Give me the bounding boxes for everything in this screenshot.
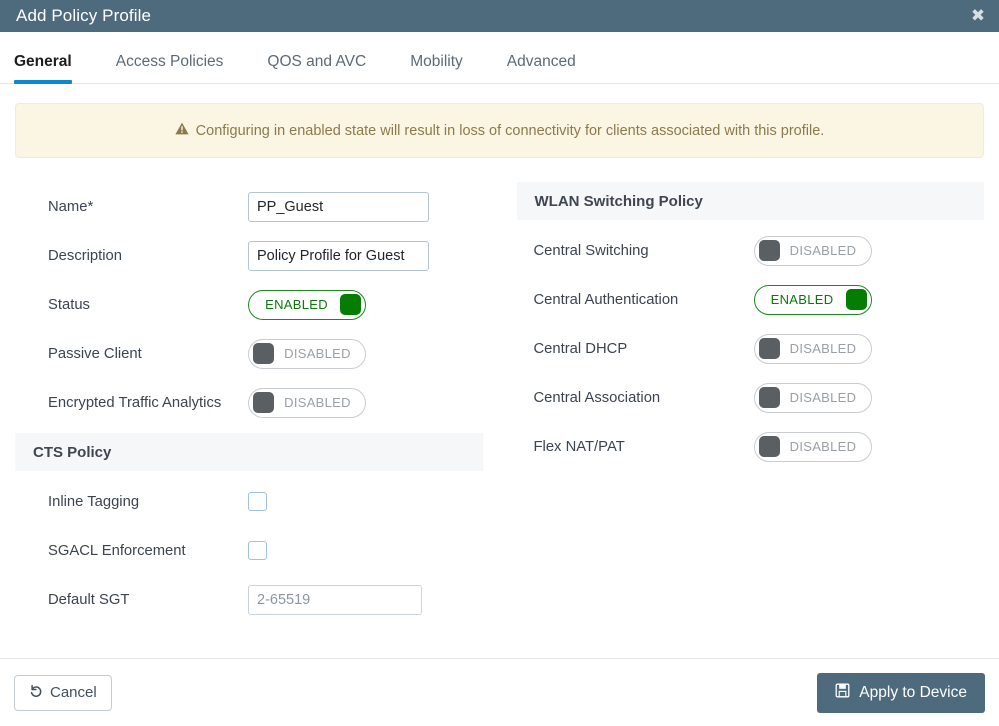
tab-qos-and-avc[interactable]: QOS and AVC — [267, 53, 366, 83]
name-label: Name* — [48, 198, 94, 215]
central-association-toggle-label: DISABLED — [789, 390, 857, 405]
field-row-encrypted-traffic-analytics: Encrypted Traffic Analytics DISABLED — [15, 378, 483, 427]
right-column: WLAN Switching Policy Central Switching … — [500, 182, 985, 624]
page-title: Add Policy Profile — [16, 6, 152, 25]
field-row-central-switching: Central Switching DISABLED — [517, 226, 985, 275]
field-row-status: Status ENABLED — [15, 280, 483, 329]
passive-client-toggle[interactable]: DISABLED — [248, 338, 366, 369]
central-dhcp-label: Central DHCP — [533, 340, 628, 357]
description-label: Description — [48, 247, 123, 264]
central-switching-toggle-label: DISABLED — [789, 243, 857, 258]
field-row-passive-client: Passive Client DISABLED — [15, 329, 483, 378]
passive-client-toggle-label: DISABLED — [284, 346, 351, 361]
left-column: Name* Description Status ENABLED — [15, 182, 500, 624]
passive-client-label: Passive Client — [48, 345, 142, 362]
cancel-button-label: Cancel — [50, 684, 97, 701]
encrypted-traffic-analytics-toggle-label: DISABLED — [284, 395, 351, 410]
field-row-central-dhcp: Central DHCP DISABLED — [517, 324, 985, 373]
name-input[interactable] — [248, 191, 429, 222]
dialog-header: Add Policy Profile ✖ — [0, 0, 999, 32]
tab-bar: General Access Policies QOS and AVC Mobi… — [0, 32, 999, 84]
field-row-sgacl-enforcement: SGACL Enforcement — [15, 526, 483, 575]
apply-to-device-button[interactable]: Apply to Device — [817, 672, 985, 713]
wlan-switching-policy-section-title: WLAN Switching Policy — [516, 182, 984, 220]
undo-arrow-icon — [29, 684, 43, 702]
warning-banner: Configuring in enabled state will result… — [15, 103, 984, 158]
warning-banner-wrap: Configuring in enabled state will result… — [0, 84, 999, 158]
default-sgt-label: Default SGT — [48, 591, 130, 608]
field-row-central-association: Central Association DISABLED — [517, 373, 985, 422]
inline-tagging-checkbox[interactable] — [248, 492, 267, 511]
toggle-knob-icon — [758, 338, 780, 359]
tab-access-policies[interactable]: Access Policies — [116, 53, 224, 83]
apply-to-device-label: Apply to Device — [859, 683, 967, 701]
toggle-knob-icon — [758, 436, 780, 457]
toggle-knob-icon — [253, 392, 274, 413]
warning-triangle-icon — [175, 122, 189, 140]
save-disk-icon — [835, 683, 850, 703]
status-toggle-label: ENABLED — [265, 297, 328, 312]
encrypted-traffic-analytics-label: Encrypted Traffic Analytics — [48, 394, 222, 411]
central-switching-label: Central Switching — [533, 242, 649, 259]
default-sgt-input[interactable] — [248, 584, 422, 615]
close-icon[interactable]: ✖ — [969, 7, 987, 25]
central-switching-toggle[interactable]: DISABLED — [753, 235, 872, 266]
toggle-knob-icon — [845, 289, 867, 310]
inline-tagging-label: Inline Tagging — [48, 493, 140, 510]
central-authentication-label: Central Authentication — [533, 291, 679, 308]
field-row-description: Description — [15, 231, 483, 280]
flex-nat-pat-label: Flex NAT/PAT — [533, 438, 625, 455]
encrypted-traffic-analytics-toggle[interactable]: DISABLED — [248, 387, 366, 418]
toggle-knob-icon — [340, 294, 361, 315]
central-authentication-toggle[interactable]: ENABLED — [753, 284, 872, 315]
field-row-name: Name* — [15, 182, 483, 231]
status-label: Status — [48, 296, 90, 313]
description-input[interactable] — [248, 240, 429, 271]
tab-general[interactable]: General — [14, 53, 72, 84]
dialog-footer: Cancel Apply to Device — [0, 658, 999, 726]
field-row-central-authentication: Central Authentication ENABLED — [517, 275, 985, 324]
status-toggle[interactable]: ENABLED — [248, 289, 366, 320]
central-authentication-toggle-label: ENABLED — [770, 292, 834, 307]
field-row-inline-tagging: Inline Tagging — [15, 477, 483, 526]
field-row-flex-nat-pat: Flex NAT/PAT DISABLED — [517, 422, 985, 471]
central-dhcp-toggle[interactable]: DISABLED — [753, 333, 872, 364]
toggle-knob-icon — [758, 240, 780, 261]
central-association-toggle[interactable]: DISABLED — [753, 382, 872, 413]
field-row-default-sgt: Default SGT — [15, 575, 483, 624]
cts-policy-section-title: CTS Policy — [15, 433, 483, 471]
toggle-knob-icon — [253, 343, 274, 364]
warning-banner-text: Configuring in enabled state will result… — [195, 122, 825, 139]
central-association-label: Central Association — [533, 389, 661, 406]
flex-nat-pat-toggle-label: DISABLED — [789, 439, 857, 454]
dialog-body: Name* Description Status ENABLED — [0, 158, 999, 624]
sgacl-enforcement-checkbox[interactable] — [248, 541, 267, 560]
cancel-button[interactable]: Cancel — [14, 674, 112, 711]
flex-nat-pat-toggle[interactable]: DISABLED — [753, 431, 872, 462]
central-dhcp-toggle-label: DISABLED — [789, 341, 857, 356]
tab-mobility[interactable]: Mobility — [410, 53, 463, 83]
tab-advanced[interactable]: Advanced — [507, 53, 576, 83]
add-policy-profile-dialog: Add Policy Profile ✖ General Access Poli… — [0, 0, 999, 726]
sgacl-enforcement-label: SGACL Enforcement — [48, 542, 186, 559]
toggle-knob-icon — [758, 387, 780, 408]
